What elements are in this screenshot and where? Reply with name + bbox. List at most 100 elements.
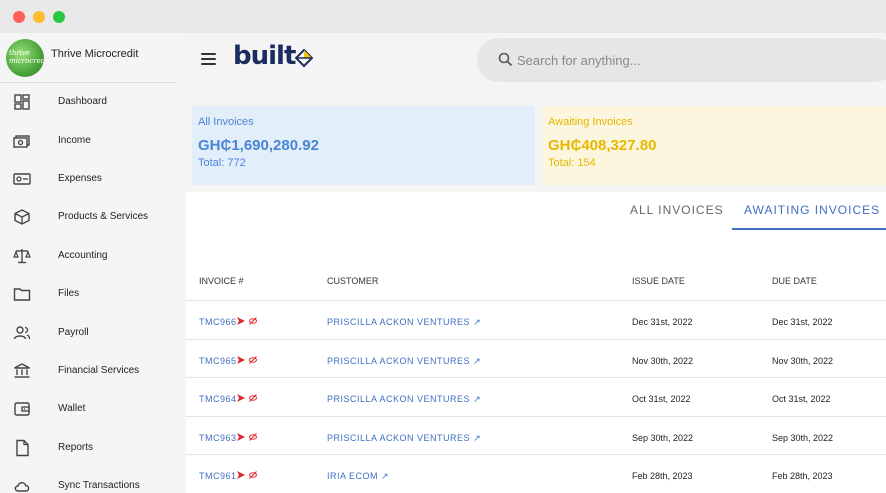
brand-mark-icon bbox=[295, 49, 313, 67]
brand-logo[interactable]: built bbox=[233, 41, 296, 71]
issue-date: Sep 30th, 2022 bbox=[632, 433, 694, 443]
scale-icon bbox=[13, 249, 31, 264]
sidebar-item-reports[interactable]: Reports bbox=[0, 430, 186, 466]
cloud-sync-icon bbox=[14, 482, 30, 492]
customer-name: PRISCILLA ACKON VENTURES bbox=[327, 433, 471, 443]
sidebar-item-payroll[interactable]: Payroll bbox=[0, 315, 186, 351]
column-header-customer[interactable]: CUSTOMER bbox=[327, 276, 378, 286]
app-window: thrive microcredit Thrive Microcredit Da… bbox=[0, 0, 886, 493]
sidebar-item-label: Dashboard bbox=[58, 96, 107, 107]
due-date: Dec 31st, 2022 bbox=[772, 317, 833, 327]
card-total: Total: 772 bbox=[198, 157, 246, 169]
due-date: Feb 28th, 2023 bbox=[772, 471, 833, 481]
external-link-icon: ↗ bbox=[473, 356, 482, 366]
invoice-number[interactable]: TMC964 bbox=[199, 394, 237, 404]
table-row[interactable]: TMC964 PRISCILLA ACKON VENTURES ↗ Oct 31… bbox=[186, 377, 886, 415]
external-link-icon: ↗ bbox=[473, 394, 482, 404]
invoice-number[interactable]: TMC963 bbox=[199, 433, 237, 443]
expenses-icon bbox=[13, 173, 31, 185]
bank-icon bbox=[14, 363, 30, 378]
organization-logo: thrive microcredit bbox=[6, 39, 44, 77]
external-link-icon: ↗ bbox=[473, 317, 482, 327]
dashboard-icon bbox=[14, 94, 30, 110]
wallet-icon bbox=[14, 402, 30, 416]
invoice-number[interactable]: TMC961 bbox=[199, 471, 237, 481]
external-link-icon: ↗ bbox=[473, 433, 482, 443]
card-amount: GH₵1,690,280.92 bbox=[198, 137, 319, 154]
sidebar-item-accounting[interactable]: Accounting bbox=[0, 238, 186, 274]
issue-date: Oct 31st, 2022 bbox=[632, 394, 691, 404]
close-window-button[interactable] bbox=[13, 11, 25, 23]
sidebar-item-label: Reports bbox=[58, 442, 94, 453]
awaiting-invoices-card[interactable]: Awaiting Invoices GH₵408,327.80 Total: 1… bbox=[542, 106, 886, 185]
sidebar-item-files[interactable]: Files bbox=[0, 276, 186, 312]
sidebar-item-expenses[interactable]: Expenses bbox=[0, 161, 186, 197]
sidebar-item-income[interactable]: Income bbox=[0, 123, 186, 159]
sent-not-viewed-icon bbox=[237, 471, 257, 479]
table-row[interactable]: TMC966 PRISCILLA ACKON VENTURES ↗ Dec 31… bbox=[186, 300, 886, 338]
all-invoices-card[interactable]: All Invoices GH₵1,690,280.92 Total: 772 bbox=[192, 106, 535, 185]
column-header-due-date[interactable]: DUE DATE bbox=[772, 276, 817, 286]
issue-date: Dec 31st, 2022 bbox=[632, 317, 693, 327]
due-date: Sep 30th, 2022 bbox=[772, 433, 834, 443]
organization-switcher[interactable]: thrive microcredit Thrive Microcredit bbox=[0, 33, 186, 83]
tab-all-invoices[interactable]: ALL INVOICES bbox=[630, 203, 724, 217]
table-row[interactable]: TMC963 PRISCILLA ACKON VENTURES ↗ Sep 30… bbox=[186, 416, 886, 454]
invoice-number[interactable]: TMC966 bbox=[199, 317, 237, 327]
card-amount: GH₵408,327.80 bbox=[548, 137, 657, 154]
table-row[interactable]: TMC961 IRIA ECOM ↗ Feb 28th, 2023 Feb 28… bbox=[186, 454, 886, 492]
external-link-icon: ↗ bbox=[381, 471, 390, 481]
organization-name: Thrive Microcredit bbox=[51, 48, 139, 60]
sidebar-item-wallet[interactable]: Wallet bbox=[0, 391, 186, 427]
sidebar-item-label: Payroll bbox=[58, 327, 89, 338]
customer-link[interactable]: IRIA ECOM ↗ bbox=[327, 471, 389, 482]
income-icon bbox=[13, 135, 30, 148]
issue-date: Nov 30th, 2022 bbox=[632, 356, 694, 366]
active-tab-indicator bbox=[732, 228, 886, 230]
sidebar-item-dashboard[interactable]: Dashboard bbox=[0, 84, 186, 120]
search-bar[interactable] bbox=[477, 38, 886, 82]
search-icon bbox=[498, 52, 513, 67]
sidebar-item-sync-transactions[interactable]: Sync Transactions bbox=[0, 468, 186, 493]
maximize-window-button[interactable] bbox=[53, 11, 65, 23]
sent-not-viewed-icon bbox=[237, 356, 257, 364]
sidebar-item-financial-services[interactable]: Financial Services bbox=[0, 353, 186, 389]
customer-name: PRISCILLA ACKON VENTURES bbox=[327, 356, 471, 366]
sidebar-item-label: Files bbox=[58, 288, 80, 299]
customer-link[interactable]: PRISCILLA ACKON VENTURES ↗ bbox=[327, 394, 481, 405]
top-bar: built bbox=[186, 33, 886, 91]
invoices-content: All Invoices GH₵1,690,280.92 Total: 772 … bbox=[186, 91, 886, 493]
box-icon bbox=[14, 209, 30, 225]
sidebar-item-products-services[interactable]: Products & Services bbox=[0, 199, 186, 235]
sidebar-item-label: Accounting bbox=[58, 250, 108, 261]
column-header-issue-date[interactable]: ISSUE DATE bbox=[632, 276, 685, 286]
folder-icon bbox=[13, 288, 31, 301]
tab-awaiting-invoices[interactable]: AWAITING INVOICES bbox=[744, 203, 880, 217]
sidebar-item-label: Products & Services bbox=[58, 211, 149, 222]
minimize-window-button[interactable] bbox=[33, 11, 45, 23]
sidebar-item-label: Wallet bbox=[58, 403, 86, 414]
document-icon bbox=[16, 439, 29, 457]
sidebar-item-label: Income bbox=[58, 135, 91, 146]
organization-logo-text: thrive microcredit bbox=[9, 49, 44, 65]
window-titlebar bbox=[0, 0, 886, 33]
menu-icon[interactable] bbox=[201, 53, 216, 65]
column-header-invoice[interactable]: INVOICE # bbox=[199, 276, 244, 286]
customer-name: PRISCILLA ACKON VENTURES bbox=[327, 394, 471, 404]
due-date: Nov 30th, 2022 bbox=[772, 356, 834, 366]
sidebar-item-label: Expenses bbox=[58, 173, 102, 184]
customer-link[interactable]: PRISCILLA ACKON VENTURES ↗ bbox=[327, 433, 481, 444]
sent-not-viewed-icon bbox=[237, 317, 257, 325]
sidebar-item-label: Sync Transactions bbox=[58, 480, 140, 491]
card-title: All Invoices bbox=[198, 116, 254, 128]
people-icon bbox=[13, 326, 31, 340]
sidebar-divider bbox=[0, 82, 176, 83]
card-total: Total: 154 bbox=[548, 157, 596, 169]
customer-link[interactable]: PRISCILLA ACKON VENTURES ↗ bbox=[327, 356, 481, 367]
search-input[interactable] bbox=[517, 50, 877, 70]
summary-cards: All Invoices GH₵1,690,280.92 Total: 772 … bbox=[186, 91, 886, 192]
invoice-number[interactable]: TMC965 bbox=[199, 356, 237, 366]
customer-link[interactable]: PRISCILLA ACKON VENTURES ↗ bbox=[327, 317, 481, 328]
table-row[interactable]: TMC965 PRISCILLA ACKON VENTURES ↗ Nov 30… bbox=[186, 339, 886, 377]
sidebar: thrive microcredit Thrive Microcredit Da… bbox=[0, 33, 186, 493]
